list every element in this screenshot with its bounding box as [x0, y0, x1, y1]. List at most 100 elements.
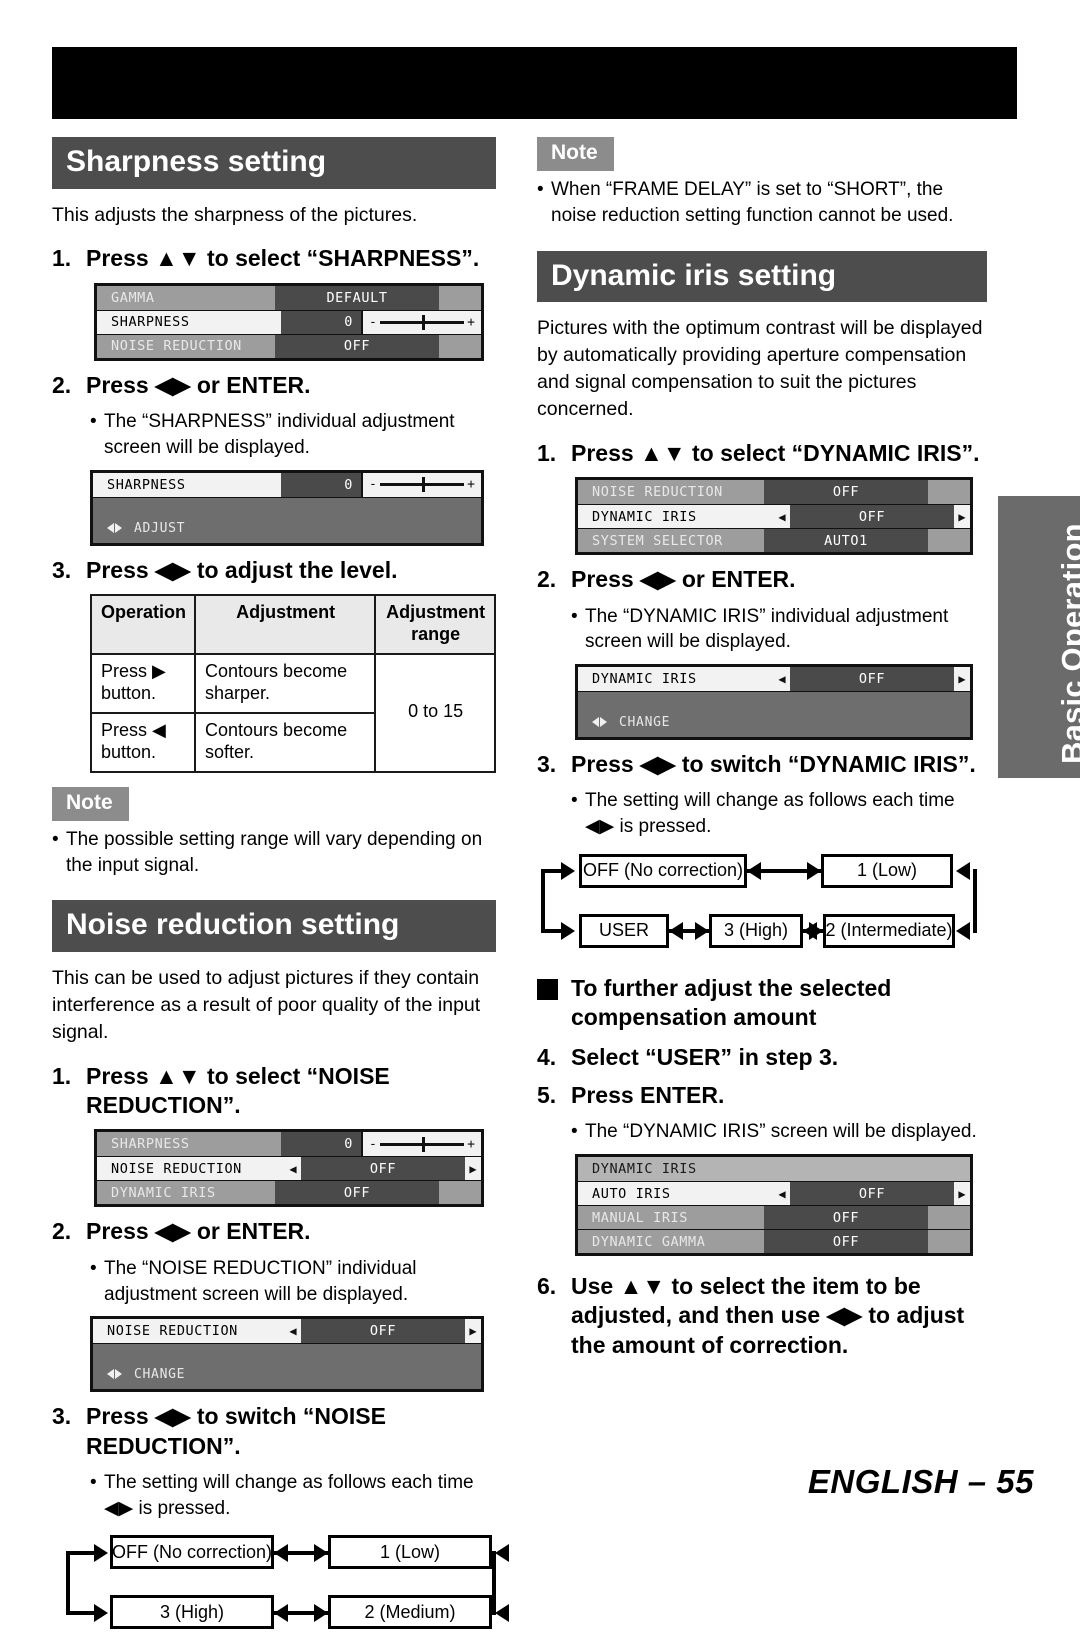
osd-sharpness-adjust-screen: SHARPNESS 0 - + ADJUST [90, 469, 484, 546]
flow-box: 2 (Medium) [328, 1595, 492, 1630]
arrow-right-icon [561, 862, 575, 881]
osd-slider: - + [361, 310, 481, 334]
note-body: • When “FRAME DELAY” is set to “SHORT”, … [537, 177, 987, 229]
noise-reduction-section-heading: Noise reduction setting [52, 900, 496, 952]
cell-operation: Press ▶ button. [89, 652, 197, 714]
osd-row-selected: NOISE REDUCTION ◀ OFF ▶ [93, 1319, 481, 1344]
caret-right-icon: ▶ [958, 1186, 966, 1201]
osd-noise-reduction-menu: SHARPNESS 0 - + NOISE REDUCTION ◀ OFF ▶ … [94, 1129, 484, 1208]
arrow-right-icon [94, 1543, 108, 1562]
bullet-dot-icon: • [52, 828, 59, 850]
osd-row-selected: NOISE REDUCTION ◀ OFF ▶ [97, 1156, 481, 1181]
slider-plus-icon: + [467, 314, 475, 330]
arrow-left-icon [669, 922, 683, 941]
right-column: Note • When “FRAME DELAY” is set to “SHO… [537, 137, 987, 1369]
step-number: 2. [52, 1218, 72, 1245]
osd-row-label: DYNAMIC IRIS [111, 1184, 216, 1201]
step-text: Press ◀▶ to adjust the level. [86, 556, 398, 583]
noise-reduction-intro: This can be used to adjust pictures if t… [52, 966, 481, 1043]
caret-left-icon: ◀ [778, 671, 786, 686]
osd-row: GAMMA DEFAULT [97, 285, 481, 310]
osd-hint-label: CHANGE [134, 1367, 186, 1383]
osd-row-value: OFF [764, 1206, 928, 1230]
sharpness-step-1: 1. Press ▲▼ to select “SHARPNESS”. [52, 244, 496, 273]
step-text: Press ◀▶ or ENTER. [86, 1218, 311, 1245]
osd-row-label: DYNAMIC GAMMA [592, 1233, 706, 1250]
flow-box: USER [579, 913, 669, 948]
flow-box: 2 (Intermediate) [823, 913, 955, 948]
note-tag: Note [537, 137, 614, 171]
dynamic-iris-step-3: 3. Press ◀▶ to switch “DYNAMIC IRIS”. [537, 750, 987, 779]
step-text: Press ◀▶ or ENTER. [571, 566, 796, 593]
step-text: Press ◀▶ or ENTER. [86, 371, 311, 398]
step-text: Use ▲▼ to select the item to be adjusted… [571, 1273, 965, 1358]
bullet-text: The “DYNAMIC IRIS” screen will be displa… [585, 1121, 977, 1143]
cell-range: 0 to 15 [374, 652, 496, 773]
subsection-heading-text: To further adjust the selected compensat… [571, 974, 892, 1031]
step-text: Press ENTER. [571, 1081, 725, 1108]
osd-row: SHARPNESS 0 - + [97, 1132, 481, 1157]
dynamic-iris-step-4: 4. Select “USER” in step 3. [537, 1043, 987, 1072]
step-number: 1. [52, 245, 72, 272]
osd-row-selected: AUTO IRIS ◀ OFF ▶ [578, 1181, 970, 1206]
osd-row-pad [928, 1206, 970, 1229]
noise-reduction-flow-diagram: OFF (No correction) 1 (Low) 3 (High) 2 (… [52, 1531, 509, 1641]
step-text: Press ▲▼ to select “DYNAMIC IRIS”. [571, 439, 980, 466]
caret-right-icon: ▶ [469, 1324, 477, 1339]
osd-row-selected: DYNAMIC IRIS ◀ OFF ▶ [578, 666, 970, 691]
step-number: 3. [52, 1403, 72, 1430]
sharpness-adjustment-table: Operation Adjustment Adjustment range Pr… [89, 594, 496, 773]
arrow-left-icon [274, 1603, 288, 1622]
bullet-dot-icon: • [90, 411, 97, 433]
column-header-adjustment: Adjustment [194, 594, 377, 655]
noise-reduction-step-1: 1. Press ▲▼ to select “NOISE REDUCTION”. [52, 1062, 496, 1121]
osd-row-label: NOISE REDUCTION [107, 1323, 238, 1340]
osd-row-label: SHARPNESS [111, 1136, 190, 1153]
osd-row-label: NOISE REDUCTION [111, 1160, 242, 1177]
arrow-left-icon [495, 1603, 509, 1622]
bullet-dot-icon: • [571, 605, 578, 627]
flow-connector [66, 1610, 96, 1615]
osd-row-label: SHARPNESS [107, 476, 186, 493]
osd-row-value: OFF [764, 1230, 928, 1254]
slider-track [379, 1136, 465, 1152]
osd-hint-label: CHANGE [619, 714, 671, 730]
step-number: 1. [52, 1062, 72, 1089]
osd-row-label: MANUAL IRIS [592, 1209, 689, 1226]
noise-reduction-step-2: 2. Press ◀▶ or ENTER. [52, 1217, 496, 1246]
dynamic-iris-step-5: 5. Press ENTER. [537, 1081, 987, 1110]
osd-hint-panel: ADJUST [93, 496, 481, 543]
column-header-range: Adjustment range [374, 594, 496, 655]
frame-delay-note: Note • When “FRAME DELAY” is set to “SHO… [537, 137, 987, 229]
osd-row-value: OFF [790, 666, 954, 691]
osd-row-label: NOISE REDUCTION [592, 484, 723, 501]
bullet-dot-icon: • [571, 790, 578, 812]
bullet-text: The “NOISE REDUCTION” individual adjustm… [104, 1257, 417, 1305]
arrow-left-icon [747, 862, 761, 881]
arrow-right-icon [809, 922, 823, 941]
osd-row-label: DYNAMIC IRIS [592, 508, 697, 525]
osd-row-pad [439, 286, 481, 310]
flow-box: 1 (Low) [328, 1535, 492, 1570]
step-number: 1. [537, 439, 557, 466]
osd-row-pad [928, 529, 970, 552]
flow-connector [541, 869, 563, 874]
bullet-dot-icon: • [571, 1121, 578, 1143]
caret-right-icon: ▶ [958, 509, 966, 524]
osd-row-pad [928, 1230, 970, 1253]
osd-row-label: GAMMA [111, 289, 155, 306]
flow-connector [973, 869, 977, 934]
square-bullet-icon [537, 978, 558, 1000]
arrow-left-icon [274, 1543, 288, 1562]
side-tab-label: Basic Operation [1055, 523, 1080, 764]
note-tag: Note [52, 786, 129, 821]
osd-row-value: DEFAULT [275, 285, 439, 310]
osd-row-pad [439, 1181, 481, 1204]
osd-dynamic-iris-adjust-screen: DYNAMIC IRIS ◀ OFF ▶ CHANGE [575, 663, 973, 740]
caret-right-icon: ▶ [469, 1161, 477, 1176]
osd-dynamic-iris-menu: NOISE REDUCTION OFF DYNAMIC IRIS ◀ OFF ▶… [575, 477, 973, 556]
slider-knob [422, 314, 425, 330]
osd-row: NOISE REDUCTION OFF [97, 333, 481, 358]
osd-slider: - + [361, 472, 481, 497]
step-number: 6. [537, 1273, 557, 1300]
